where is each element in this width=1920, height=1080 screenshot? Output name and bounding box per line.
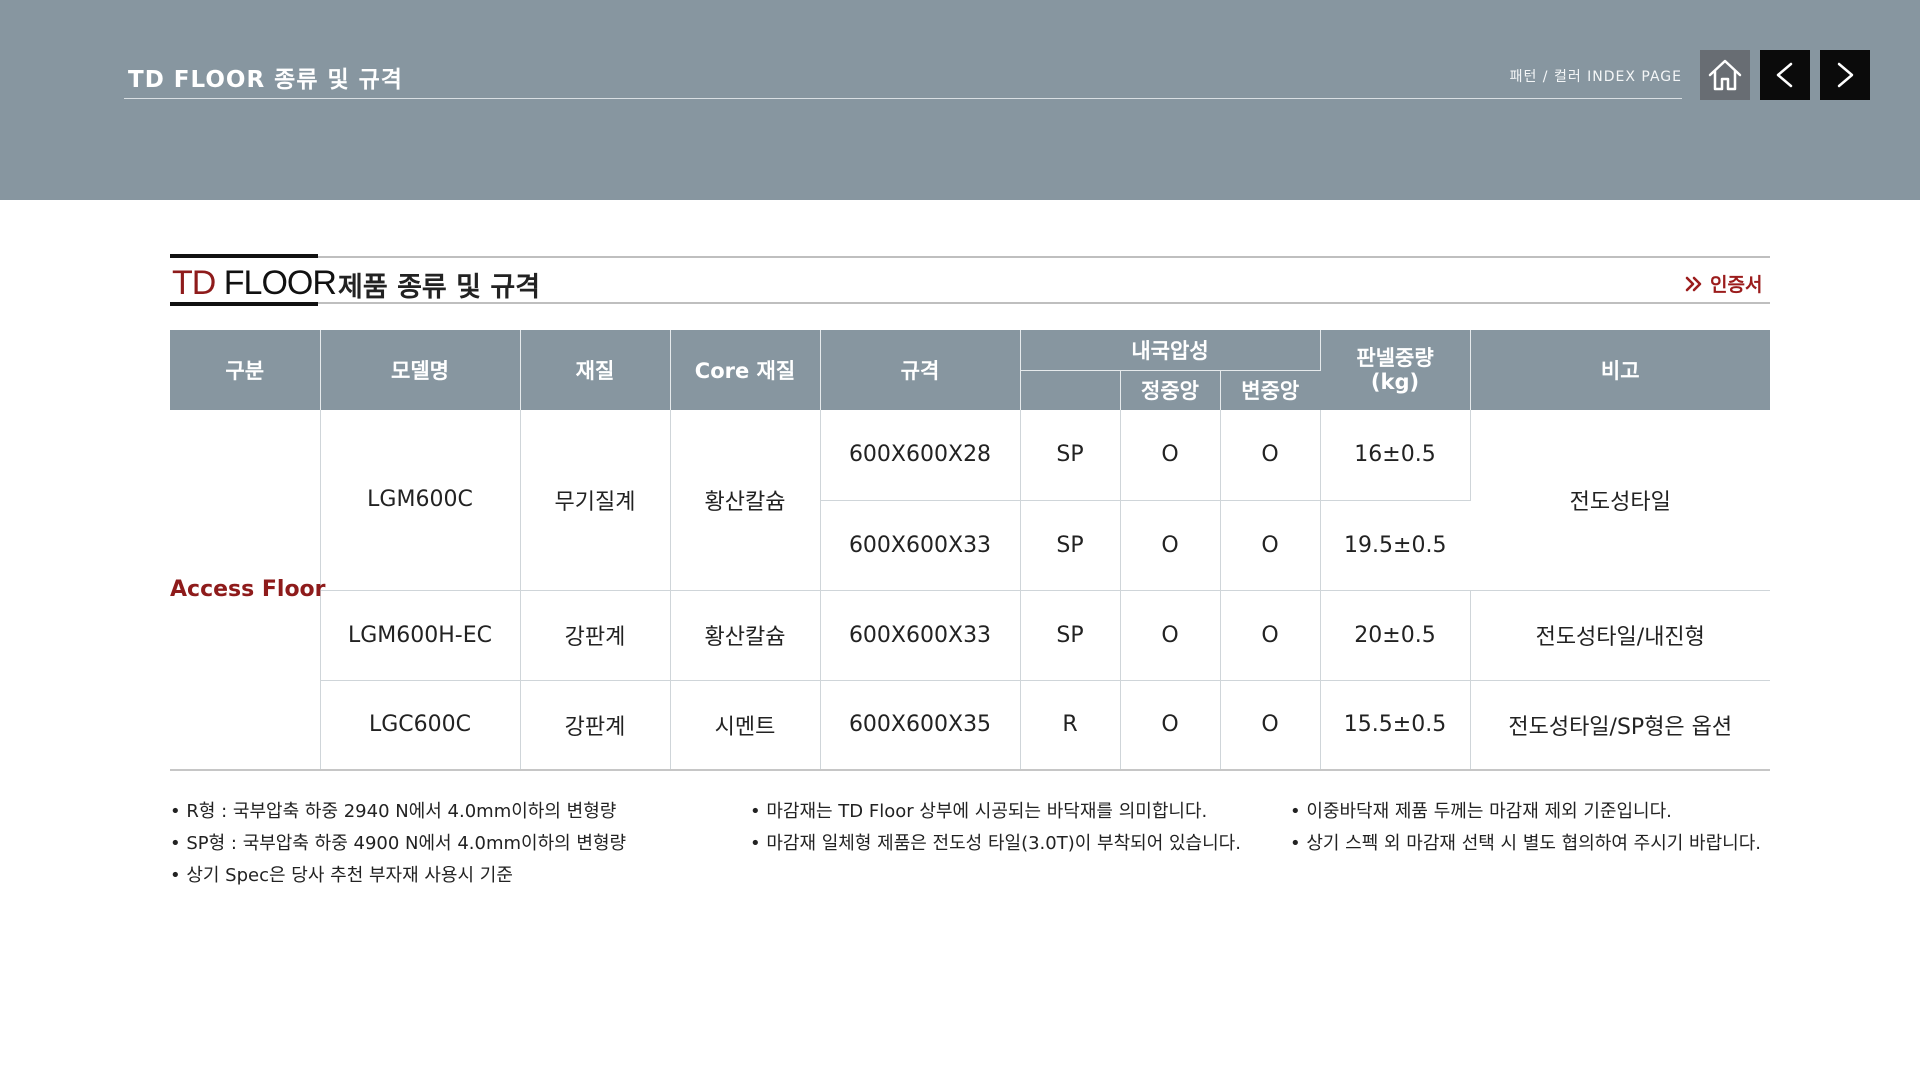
variable-cell: O [1220, 500, 1321, 591]
model-cell: LGC600C [320, 680, 521, 771]
note-item: 상기 Spec은 당사 추천 부자재 사용시 기준 [170, 860, 626, 892]
certificate-label: 인증서 [1710, 274, 1763, 296]
weight-cell: 15.5±0.5 [1320, 680, 1471, 771]
size-cell: 600X600X28 [820, 410, 1021, 501]
type-cell: SP [1020, 500, 1121, 591]
header-load-type [1020, 369, 1121, 410]
weight-cell: 20±0.5 [1320, 590, 1471, 681]
certificate-link[interactable]: 인증서 [1684, 270, 1762, 297]
header-divider [124, 98, 1682, 99]
brand-td: TD [172, 264, 216, 302]
core-cell: 황산칼슘 [670, 410, 821, 591]
variable-cell: O [1220, 410, 1321, 501]
notes-column-1: R형 : 국부압축 하중 2940 N에서 4.0mm이하의 변형량 SP형 :… [170, 796, 626, 892]
header-variable-load: 변중앙 [1220, 369, 1320, 410]
header-load: 내국압성 [1020, 330, 1321, 370]
type-cell: SP [1020, 590, 1121, 681]
brand-floor: FLOOR [215, 264, 337, 302]
note-item: 마감재 일체형 제품은 전도성 타일(3.0T)이 부착되어 있습니다. [750, 828, 1241, 860]
core-cell: 시멘트 [670, 680, 821, 771]
model-cell: LGM600C [320, 410, 521, 591]
weight-cell: 16±0.5 [1320, 410, 1471, 501]
section-top-rule [170, 256, 1770, 258]
static-cell: O [1120, 680, 1221, 771]
material-cell: 무기질계 [520, 410, 671, 591]
page-title: TD FLOOR 종류 및 규격 [128, 67, 403, 93]
table-row: LGM600H-EC 강판계 황산칼슘 600X600X33 SP O O 20… [170, 590, 1770, 681]
remarks-cell: 전도성타일/SP형은 옵션 [1470, 680, 1770, 771]
category-cell: Access Floor [170, 410, 326, 771]
header-material: 재질 [520, 330, 671, 410]
home-button[interactable] [1700, 50, 1750, 100]
static-cell: O [1120, 410, 1221, 501]
header-model: 모델명 [320, 330, 521, 410]
index-page-link[interactable]: 패턴 / 컬러 INDEX PAGE [1510, 66, 1682, 86]
next-button[interactable] [1820, 50, 1870, 100]
section-subtitle: 제품 종류 및 규격 [338, 272, 541, 303]
static-cell: O [1120, 590, 1221, 681]
table-row: LGC600C 강판계 시멘트 600X600X35 R O O 15.5±0.… [170, 680, 1770, 771]
header-core: Core 재질 [670, 330, 821, 410]
chevron-left-icon [1776, 62, 1793, 88]
size-cell: 600X600X35 [820, 680, 1021, 771]
remarks-cell: 전도성타일 [1470, 410, 1770, 591]
note-item: 이중바닥재 제품 두께는 마감재 제외 기준입니다. [1290, 796, 1761, 828]
model-cell: LGM600H-EC [320, 590, 521, 681]
prev-button[interactable] [1760, 50, 1810, 100]
type-cell: R [1020, 680, 1121, 771]
core-cell: 황산칼슘 [670, 590, 821, 681]
header-category: 구분 [170, 330, 321, 410]
brand-logo: TD FLOOR [172, 264, 337, 302]
remarks-cell: 전도성타일/내진형 [1470, 590, 1770, 681]
note-item: SP형 : 국부압축 하중 4900 N에서 4.0mm이하의 변형량 [170, 828, 626, 860]
size-cell: 600X600X33 [820, 500, 1021, 591]
chevron-right-icon [1837, 62, 1854, 88]
note-item: 마감재는 TD Floor 상부에 시공되는 바닥재를 의미합니다. [750, 796, 1241, 828]
material-cell: 강판계 [520, 590, 671, 681]
variable-cell: O [1220, 590, 1321, 681]
note-item: R형 : 국부압축 하중 2940 N에서 4.0mm이하의 변형량 [170, 796, 626, 828]
header-static-load: 정중앙 [1120, 369, 1221, 410]
header-remarks: 비고 [1470, 330, 1770, 410]
notes-column-2: 마감재는 TD Floor 상부에 시공되는 바닥재를 의미합니다. 마감재 일… [750, 796, 1241, 860]
header-weight: 판넬중량 (kg) [1320, 330, 1471, 410]
material-cell: 강판계 [520, 680, 671, 771]
type-cell: SP [1020, 410, 1121, 501]
variable-cell: O [1220, 680, 1321, 771]
size-cell: 600X600X33 [820, 590, 1021, 681]
table-row: Access Floor LGM600C 무기질계 황산칼슘 600X600X2… [170, 410, 1770, 771]
weight-cell: 19.5±0.5 [1320, 500, 1470, 591]
header-banner: TD FLOOR 종류 및 규격 패턴 / 컬러 INDEX PAGE [0, 0, 1920, 200]
note-item: 상기 스펙 외 마감재 선택 시 별도 협의하여 주시기 바랍니다. [1290, 828, 1761, 860]
static-cell: O [1120, 500, 1221, 591]
spec-table: 구분 모델명 재질 Core 재질 규격 내국압성 판넬중량 (kg) 비고 정… [170, 330, 1770, 771]
home-icon [1708, 59, 1742, 91]
double-chevron-right-icon [1685, 276, 1702, 291]
notes-column-3: 이중바닥재 제품 두께는 마감재 제외 기준입니다. 상기 스펙 외 마감재 선… [1290, 796, 1761, 860]
header-size: 규격 [820, 330, 1021, 410]
